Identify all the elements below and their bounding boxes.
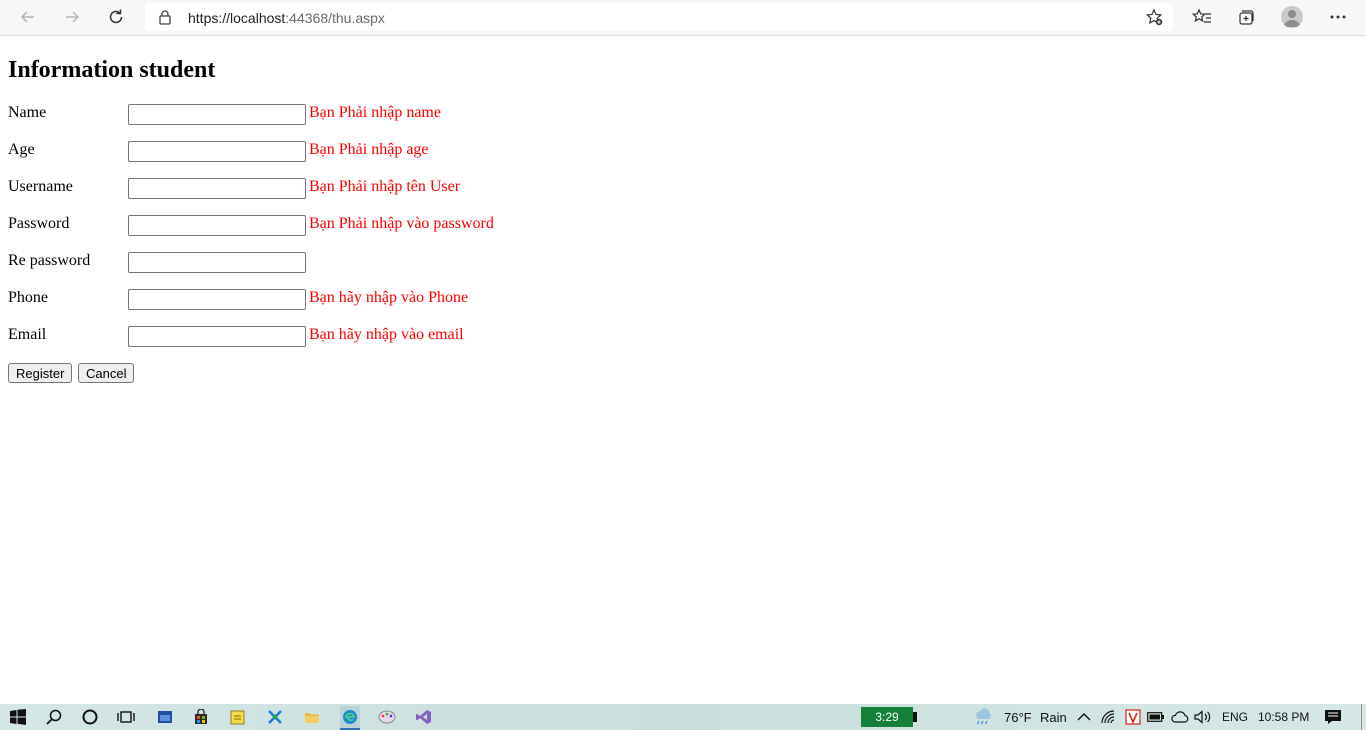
age-error: Bạn Phải nhập age — [309, 141, 429, 158]
phone-label: Phone — [8, 289, 48, 306]
password-error: Bạn Phải nhập vào password — [309, 215, 494, 232]
name-error: Bạn Phải nhập name — [309, 104, 441, 121]
password-field[interactable] — [128, 215, 306, 236]
action-center-icon — [1325, 710, 1341, 724]
tool-icon — [268, 710, 282, 724]
paint-palette-icon — [378, 710, 396, 724]
task-view-icon — [117, 711, 135, 723]
taskbar-notes[interactable] — [229, 708, 247, 726]
cortana-button[interactable] — [81, 708, 99, 726]
username-field[interactable] — [128, 178, 306, 199]
taskbar-visual-studio[interactable] — [415, 708, 433, 726]
arrow-right-icon — [66, 11, 80, 23]
taskbar: 3:29 76°F Rain ENG 10:58 PM — [0, 704, 1366, 730]
email-label: Email — [8, 326, 47, 343]
age-label: Age — [8, 141, 35, 158]
address-bar[interactable]: https://localhost:44368/thu.aspx — [145, 3, 1173, 31]
taskbar-store[interactable] — [192, 708, 210, 726]
register-button[interactable]: Register — [8, 363, 73, 383]
weather-temp[interactable]: 76°F — [1004, 710, 1032, 725]
password-label: Password — [8, 215, 70, 232]
more-menu-button[interactable] — [1326, 5, 1350, 29]
arrow-left-icon — [20, 11, 34, 23]
repassword-field[interactable] — [128, 252, 306, 273]
visual-studio-icon — [416, 710, 431, 724]
more-dots-icon — [1330, 15, 1346, 19]
volume-icon[interactable] — [1194, 708, 1212, 726]
sticky-notes-icon — [230, 710, 245, 725]
url-path: :44368/thu.aspx — [285, 10, 385, 26]
name-label: Name — [8, 104, 47, 121]
username-error: Bạn Phải nhập tên User — [309, 178, 461, 195]
show-desktop-button[interactable] — [1361, 704, 1362, 730]
name-field[interactable] — [128, 104, 306, 125]
edge-icon — [343, 710, 357, 724]
collections-button[interactable] — [1234, 5, 1258, 29]
start-button[interactable] — [9, 708, 27, 726]
weather-icon[interactable] — [973, 708, 995, 726]
url-host: https://localhost — [188, 10, 286, 26]
taskbar-edge[interactable] — [340, 706, 360, 730]
add-favorite-icon[interactable] — [1145, 8, 1163, 31]
form-row-password: Password Bạn Phải nhập vào password — [8, 215, 708, 239]
cortana-circle-icon — [82, 709, 98, 725]
search-icon — [46, 709, 62, 725]
form-row-repassword: Re password — [8, 252, 708, 276]
page-title: Information student — [8, 57, 216, 83]
battery-tip — [913, 712, 917, 722]
clock[interactable]: 10:58 PM — [1258, 710, 1309, 724]
email-error: Bạn hãy nhập vào email — [309, 326, 464, 343]
email-field[interactable] — [128, 326, 306, 347]
windows-logo-icon — [10, 709, 26, 725]
form-row-email: Email Bạn hãy nhập vào email — [8, 326, 708, 350]
battery-widget[interactable]: 3:29 — [861, 707, 913, 727]
language-indicator[interactable]: ENG — [1222, 710, 1248, 724]
taskbar-tool[interactable] — [266, 708, 284, 726]
phone-field[interactable] — [128, 289, 306, 310]
profile-avatar[interactable] — [1281, 6, 1303, 28]
back-button[interactable] — [16, 5, 40, 29]
chevron-up-icon — [1077, 713, 1091, 721]
taskbar-paint[interactable] — [378, 708, 396, 726]
form-row-name: Name Bạn Phải nhập name — [8, 104, 708, 128]
taskbar-file-explorer[interactable] — [303, 708, 321, 726]
app-window-icon — [158, 711, 172, 723]
onedrive-icon[interactable] — [1171, 708, 1189, 726]
show-hidden-icons-button[interactable] — [1075, 708, 1093, 726]
phone-error: Bạn hãy nhập vào Phone — [309, 289, 469, 306]
form-row-phone: Phone Bạn hãy nhập vào Phone — [8, 289, 708, 313]
weather-text[interactable]: Rain — [1040, 710, 1067, 725]
age-field[interactable] — [128, 141, 306, 162]
username-label: Username — [8, 178, 73, 195]
folder-icon — [305, 713, 319, 723]
forward-button[interactable] — [60, 5, 84, 29]
battery-icon[interactable] — [1147, 708, 1165, 726]
taskbar-app-1[interactable] — [156, 708, 174, 726]
network-icon[interactable] — [1100, 708, 1118, 726]
form-row-username: Username Bạn Phải nhập tên User — [8, 178, 708, 202]
repassword-label: Re password — [8, 252, 91, 269]
form-row-age: Age Bạn Phải nhập age — [8, 141, 708, 165]
favorites-button[interactable] — [1190, 5, 1214, 29]
favorites-icon — [1192, 8, 1211, 23]
notifications-button[interactable] — [1324, 708, 1342, 726]
refresh-button[interactable] — [104, 5, 128, 29]
lock-icon[interactable] — [158, 9, 172, 30]
store-bag-icon — [195, 709, 207, 724]
collections-icon — [1239, 10, 1254, 25]
person-icon — [1284, 10, 1300, 27]
antivirus-icon[interactable] — [1124, 708, 1142, 726]
browser-toolbar: https://localhost:44368/thu.aspx — [0, 0, 1366, 36]
url-text: https://localhost:44368/thu.aspx — [188, 10, 385, 26]
task-view-button[interactable] — [117, 708, 135, 726]
cancel-button[interactable]: Cancel — [78, 363, 135, 383]
refresh-icon — [109, 9, 123, 24]
search-button[interactable] — [45, 708, 63, 726]
